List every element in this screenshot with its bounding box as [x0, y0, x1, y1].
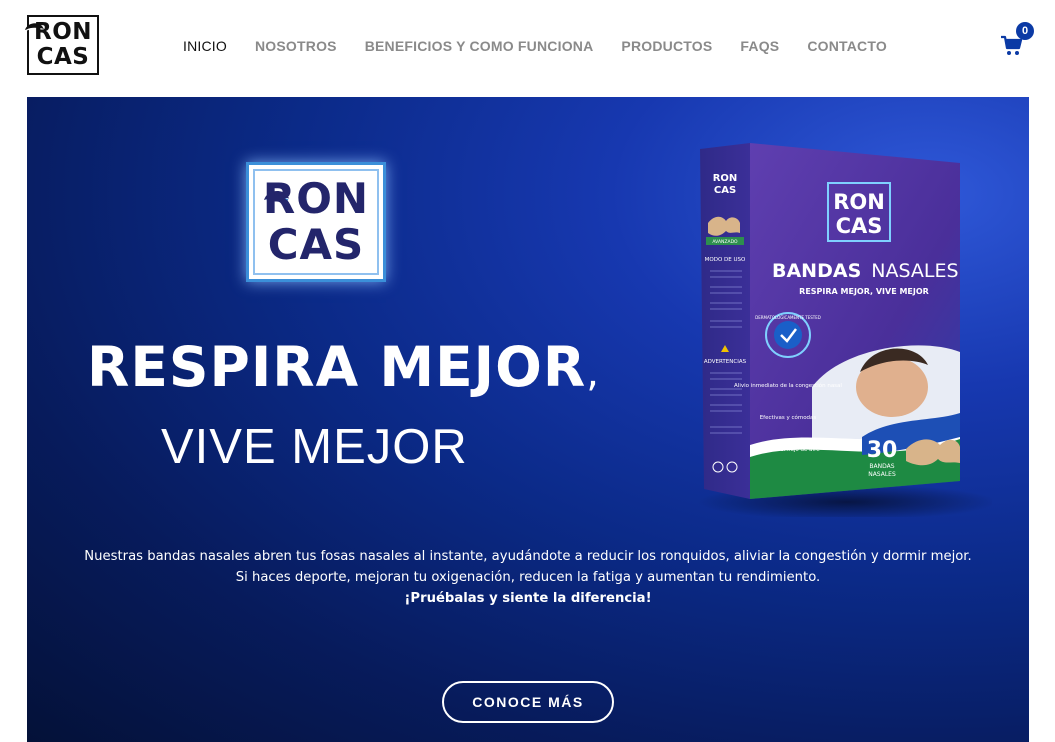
nav-item-contacto[interactable]: CONTACTO	[807, 38, 887, 54]
nav-item-inicio[interactable]: INICIO	[183, 38, 227, 54]
box-benefit-2: Efectivas y cómodas	[760, 414, 817, 421]
hero-headline: RESPIRA MEJOR,	[87, 335, 600, 399]
nasal-strip-image	[906, 439, 960, 466]
box-benefit-1: Alivio inmediato de la congestión nasal	[734, 382, 842, 389]
box-side-brand-line2: CAS	[714, 185, 736, 196]
description-line-1: Nuestras bandas nasales abren tus fosas …	[84, 549, 972, 564]
box-title: BANDAS NASALES	[772, 260, 959, 282]
site-header: RON CAS INICIO NOSOTROS BENEFICIOS Y COM…	[0, 0, 1055, 97]
nav-item-productos[interactable]: PRODUCTOS	[621, 38, 712, 54]
nav-item-beneficios[interactable]: BENEFICIOS Y COMO FUNCIONA	[365, 38, 594, 54]
box-brand-line1: RON	[833, 190, 885, 214]
hero-logo-line1: RON	[262, 174, 370, 223]
nav-item-nosotros[interactable]: NOSOTROS	[255, 38, 337, 54]
headline-comma: ,	[586, 350, 600, 396]
box-count-label-1: BANDAS	[869, 463, 894, 470]
box-count-number: 30	[867, 438, 898, 463]
box-brand-line2: CAS	[836, 214, 883, 238]
conoce-mas-button[interactable]: CONOCE MÁS	[442, 681, 614, 723]
box-side-modo: MODO DE USO	[705, 257, 746, 263]
box-count-label-2: NASALES	[868, 471, 896, 478]
product-box-image: RON CAS BANDAS NASALES RESPIRA MEJOR, VI…	[697, 143, 992, 517]
hero-logo: RON CAS	[246, 162, 386, 282]
box-title-light: NASALES	[871, 260, 958, 282]
headline-text: RESPIRA MEJOR	[87, 335, 587, 399]
hero-section: RON CAS RESPIRA MEJOR, VIVE MEJOR RON CA…	[27, 97, 1029, 742]
nav-item-faqs[interactable]: FAQS	[740, 38, 779, 54]
brand-logo[interactable]: RON CAS	[25, 15, 99, 75]
logo-text-line2: CAS	[36, 44, 90, 70]
box-side-brand-line1: RON	[713, 173, 738, 184]
description-line-2: Si haces deporte, mejoran tu oxigenación…	[235, 570, 821, 585]
box-tagline: RESPIRA MEJOR, VIVE MEJOR	[799, 287, 929, 296]
description-cta-text: ¡Pruébalas y siente la diferencia!	[404, 591, 652, 606]
hero-description: Nuestras bandas nasales abren tus fosas …	[27, 546, 1029, 609]
hero-subheadline: VIVE MEJOR	[161, 420, 468, 474]
box-side-warnings: ADVERTENCIAS	[704, 359, 747, 365]
box-side-label: AVANZADO	[712, 239, 738, 245]
main-nav: INICIO NOSOTROS BENEFICIOS Y COMO FUNCIO…	[183, 38, 915, 54]
hero-logo-line2: CAS	[267, 220, 365, 269]
cart-count-badge: 0	[1016, 22, 1034, 40]
box-title-bold: BANDAS	[772, 260, 861, 282]
seal-text: DERMATOLÓGICAMENTE TESTED	[755, 315, 821, 320]
logo-text-line1: RON	[33, 19, 92, 45]
box-benefit-3: Mejoran el flujo de aire	[756, 447, 820, 453]
